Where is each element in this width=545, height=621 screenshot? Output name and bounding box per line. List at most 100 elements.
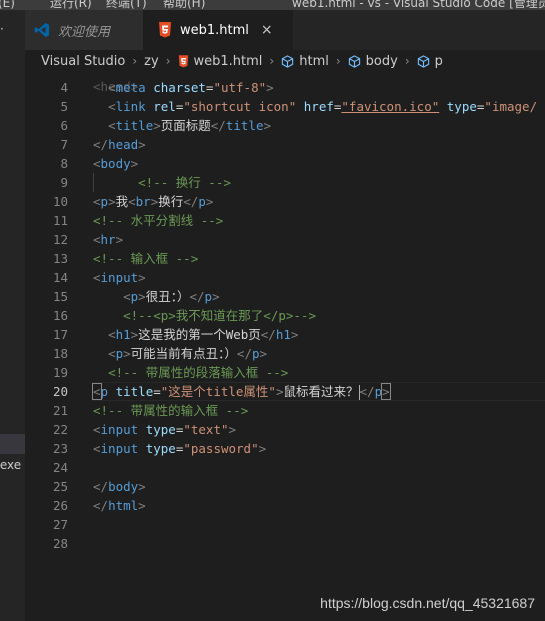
menu-item-run[interactable]: 运行(R) bbox=[50, 0, 92, 10]
code-token: 我 bbox=[115, 194, 129, 209]
code-line[interactable]: 28 bbox=[25, 534, 545, 553]
code-line[interactable]: 21 <!-- 带属性的输入框 --> bbox=[25, 401, 545, 420]
code-line[interactable]: 7 </head> bbox=[25, 135, 545, 154]
code-token: </ bbox=[359, 384, 375, 399]
code-token: </ bbox=[93, 137, 109, 152]
code-token: > bbox=[138, 479, 146, 494]
code-token: br bbox=[135, 194, 151, 209]
code-token: < bbox=[93, 270, 101, 285]
code-token: < bbox=[93, 156, 101, 171]
line-number: 23 bbox=[52, 441, 68, 456]
code-text: <p>我<br>换行</p> bbox=[93, 192, 213, 211]
code-text: <hr> bbox=[93, 230, 123, 249]
code-token: p bbox=[100, 384, 109, 399]
code-line[interactable]: 24 bbox=[25, 458, 545, 477]
code-line[interactable]: 26 </html> bbox=[25, 496, 545, 515]
code-text: <body> bbox=[93, 154, 138, 173]
code-text: <!-- 带属性的段落输入框 --> bbox=[93, 363, 288, 382]
code-line[interactable]: 23 <input type="password"> bbox=[25, 439, 545, 458]
code-token: "utf-8" bbox=[213, 80, 267, 95]
code-line[interactable]: 18 <p>可能当前有点丑：）</p> bbox=[25, 344, 545, 363]
code-text: </body> bbox=[93, 477, 146, 496]
code-token: type bbox=[145, 441, 176, 456]
code-text: </head> bbox=[93, 135, 146, 154]
code-token: </ bbox=[236, 346, 252, 361]
explorer-file-label[interactable]: .exe bbox=[0, 458, 21, 472]
code-line[interactable]: 12 <hr> bbox=[25, 230, 545, 249]
code-token: "image/ bbox=[484, 99, 538, 114]
code-line[interactable]: 5 <link rel="shortcut icon" href="favico… bbox=[25, 97, 545, 116]
code-text: <title>页面标题</title> bbox=[93, 116, 271, 135]
tab-welcome-label: 欢迎使用 bbox=[58, 24, 111, 40]
code-line[interactable]: 9 <!-- 换行 --> bbox=[25, 173, 545, 192]
tab-welcome[interactable]: 欢迎使用 bbox=[25, 10, 143, 50]
code-token: p bbox=[251, 346, 260, 361]
code-token: < bbox=[93, 441, 101, 456]
code-token: p bbox=[204, 289, 213, 304]
tab-web1-html[interactable]: web1.html × bbox=[143, 10, 293, 50]
code-token: > bbox=[153, 118, 161, 133]
code-text: <!-- 带属性的输入框 --> bbox=[93, 401, 248, 420]
code-token: p bbox=[198, 194, 206, 209]
explorer-selected-row[interactable] bbox=[0, 434, 25, 454]
line-number: 17 bbox=[52, 327, 68, 342]
code-token: < bbox=[123, 289, 131, 304]
menu-item-edit[interactable]: 辑(E) bbox=[0, 0, 15, 10]
code-token: type bbox=[145, 422, 176, 437]
code-token: <!-- 带属性的输入框 --> bbox=[93, 403, 249, 418]
code-line[interactable]: 11 <!-- 水平分割线 --> bbox=[25, 211, 545, 230]
code-token: html bbox=[108, 498, 139, 513]
code-line[interactable]: 6 <title>页面标题</title> bbox=[25, 116, 545, 135]
code-token: <!-- 换行 --> bbox=[138, 175, 231, 190]
code-token: > bbox=[138, 289, 146, 304]
code-line-partial: <head> bbox=[25, 62, 545, 94]
code-line[interactable]: 14 <input> bbox=[25, 268, 545, 287]
line-number: 4 bbox=[60, 80, 68, 95]
code-token: charset bbox=[153, 80, 206, 95]
code-token: > bbox=[123, 346, 131, 361]
code-token: "favicon.ico" bbox=[341, 99, 440, 114]
code-line[interactable]: 10 <p>我<br>换行</p> bbox=[25, 192, 545, 211]
line-number: 14 bbox=[52, 270, 68, 285]
code-token: title bbox=[115, 118, 154, 133]
code-token: <!--<p>我不知道在那了</p>--> bbox=[123, 308, 316, 323]
code-line[interactable]: 20 <p title="这是个title属性">鼠标看过来？</p> bbox=[25, 382, 545, 401]
code-token: < bbox=[108, 99, 116, 114]
code-text: <!--<p>我不知道在那了</p>--> bbox=[93, 306, 316, 325]
code-token: input bbox=[100, 270, 139, 285]
code-line[interactable]: 25 </body> bbox=[25, 477, 545, 496]
code-line[interactable]: 8 <body> bbox=[25, 154, 545, 173]
code-token: h1 bbox=[115, 327, 131, 342]
code-text: <input type="password"> bbox=[93, 439, 266, 458]
menu-item-help[interactable]: 帮助(H) bbox=[163, 0, 205, 10]
code-line[interactable]: 16 <!--<p>我不知道在那了</p>--> bbox=[25, 306, 545, 325]
code-token: </ bbox=[189, 289, 205, 304]
code-token: < bbox=[93, 232, 101, 247]
code-token: > bbox=[259, 346, 268, 361]
line-number: 11 bbox=[52, 213, 68, 228]
code-line[interactable]: 17 <h1>这是我的第一个Web页</h1> bbox=[25, 325, 545, 344]
code-token: > bbox=[138, 137, 146, 152]
code-line[interactable]: 19 <!-- 带属性的段落输入框 --> bbox=[25, 363, 545, 382]
close-icon[interactable]: × bbox=[261, 22, 273, 38]
menu-item-terminal[interactable]: 终端(T) bbox=[106, 0, 147, 10]
code-line[interactable]: 13 <!-- 输入框 --> bbox=[25, 249, 545, 268]
code-line[interactable]: 27 bbox=[25, 515, 545, 534]
menu-bar: 辑(E) 运行(R) 终端(T) 帮助(H) web1.html - vs - … bbox=[0, 0, 545, 10]
code-token: < bbox=[92, 383, 102, 400]
code-token: rel bbox=[153, 99, 176, 114]
code-token: body bbox=[108, 479, 139, 494]
code-line[interactable]: 22 <input type="text"> bbox=[25, 420, 545, 439]
code-line[interactable]: 4 <meta charset="utf-8"> bbox=[25, 78, 545, 97]
line-number: 16 bbox=[52, 308, 68, 323]
code-text: <meta charset="utf-8"> bbox=[93, 78, 274, 97]
code-token: 换行 bbox=[158, 194, 184, 209]
code-token: "shortcut icon" bbox=[183, 99, 297, 114]
code-editor[interactable]: <head> 4 <meta charset="utf-8"> 5 <link r… bbox=[25, 62, 545, 621]
line-number: 12 bbox=[52, 232, 68, 247]
code-token: p bbox=[100, 194, 109, 209]
code-line[interactable]: 15 <p>很丑：）</p> bbox=[25, 287, 545, 306]
